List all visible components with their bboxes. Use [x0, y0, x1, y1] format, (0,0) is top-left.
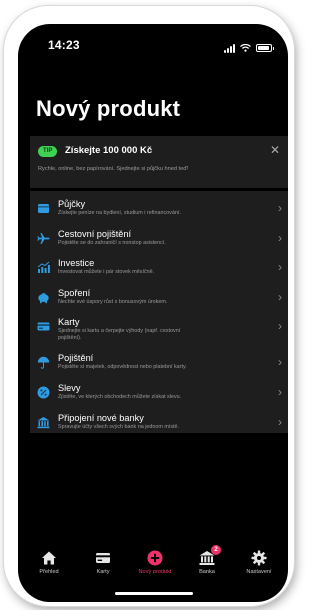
product-item-sporeni[interactable]: Spoření Nechte své úspory růst s bonusov…	[30, 284, 288, 314]
chart-icon	[37, 261, 50, 274]
airplane-icon	[37, 232, 50, 245]
product-title: Karty	[58, 317, 80, 328]
promo-banner[interactable]: TIP Získejte 100 000 Kč Rychle, online, …	[30, 136, 288, 188]
notification-badge: 2	[211, 545, 221, 555]
chevron-right-icon: ›	[278, 289, 282, 304]
product-list: Půjčky Získejte peníze na bydlení, studi…	[30, 191, 288, 433]
loan-icon	[37, 202, 50, 215]
home-indicator	[115, 592, 193, 595]
tab-bar: Přehled Karty Nový produkt 2 Banka Nasta…	[18, 545, 288, 586]
discount-icon	[37, 386, 50, 399]
close-icon[interactable]: ✕	[270, 144, 280, 156]
umbrella-icon	[37, 356, 50, 370]
product-item-pripojeni-nove-banky[interactable]: Připojení nové banky Spravujte účty všec…	[30, 409, 288, 439]
chevron-right-icon: ›	[278, 384, 282, 399]
tab-label: Banka	[199, 569, 215, 575]
product-item-karty[interactable]: Karty Sjednejte si kartu a čerpejte výho…	[30, 313, 288, 349]
promo-title: Získejte 100 000 Kč	[65, 145, 153, 156]
product-title: Pojištění	[58, 353, 94, 364]
chevron-right-icon: ›	[278, 319, 282, 334]
product-item-cestovni-pojisteni[interactable]: Cestovní pojištění Pojistěte se do zahra…	[30, 225, 288, 255]
product-desc: Pojistěte si majetek, odpovědnost nebo p…	[58, 364, 187, 371]
product-desc: Nechte své úspory růst s bonusovým úroke…	[58, 298, 168, 305]
bank-icon	[37, 416, 50, 429]
promo-subtitle: Rychle, online, bez papírování. Sjednejt…	[38, 166, 189, 172]
tab-novy-produkt[interactable]: Nový produkt	[128, 550, 182, 575]
product-title: Slevy	[58, 382, 81, 393]
plus-circle-icon	[147, 550, 163, 566]
product-desc: Získejte peníze na bydlení, studium i re…	[58, 210, 181, 216]
tab-label: Nastavení	[246, 569, 272, 575]
product-desc: Investovat můžete i pár stovek měsíčně.	[58, 269, 155, 276]
app-screen: 14:23 Nový produkt TIP Získejte 100 000 …	[18, 24, 288, 602]
product-desc: Zjistěte, ve kterých obchodech můžete zí…	[58, 393, 182, 400]
chevron-right-icon: ›	[278, 201, 282, 215]
product-desc: Pojistěte se do zahraničí s nonstop asis…	[58, 239, 166, 246]
product-title: Půjčky	[58, 199, 86, 209]
product-title: Připojení nové banky	[58, 412, 144, 423]
card-icon	[37, 320, 50, 333]
phone-frame: 14:23 Nový produkt TIP Získejte 100 000 …	[4, 6, 294, 606]
status-icons	[224, 39, 274, 57]
product-item-slevy[interactable]: Slevy Zjistěte, ve kterých obchodech můž…	[30, 379, 288, 409]
product-desc: Spravujte účty všech svých bank na jedno…	[58, 423, 180, 430]
status-time: 14:23	[48, 38, 80, 52]
product-desc: Sjednejte si kartu a čerpejte výhody (na…	[58, 328, 181, 335]
product-desc: pojištění).	[58, 335, 82, 342]
chevron-right-icon: ›	[278, 260, 282, 275]
tab-nastaveni[interactable]: Nastavení	[232, 550, 286, 575]
tab-banka[interactable]: 2 Banka	[180, 545, 234, 575]
chevron-right-icon: ›	[278, 355, 282, 370]
product-item-pojisteni[interactable]: Pojištění Pojistěte si majetek, odpovědn…	[30, 349, 288, 379]
battery-icon	[256, 44, 274, 52]
bank-icon: 2	[199, 545, 221, 566]
product-title: Cestovní pojištění	[58, 228, 132, 239]
tab-prehled[interactable]: Přehled	[22, 550, 76, 575]
home-icon	[41, 550, 57, 566]
tab-label: Nový produkt	[138, 569, 172, 575]
piggy-bank-icon	[37, 291, 50, 304]
phone-notch	[90, 24, 216, 52]
product-item-pujcky[interactable]: Půjčky Získejte peníze na bydlení, studi…	[30, 195, 288, 225]
chevron-right-icon: ›	[278, 414, 282, 429]
chevron-right-icon: ›	[278, 230, 282, 245]
product-title: Investice	[58, 258, 95, 269]
signal-icon	[224, 43, 235, 53]
gear-icon	[251, 550, 267, 566]
tab-karty[interactable]: Karty	[76, 550, 130, 575]
page-title: Nový produkt	[36, 96, 181, 121]
tab-label: Karty	[96, 569, 110, 575]
product-title: Spoření	[58, 287, 91, 298]
tab-label: Přehled	[39, 569, 59, 575]
card-icon	[95, 550, 111, 566]
product-item-investice[interactable]: Investice Investovat můžete i pár stovek…	[30, 254, 288, 284]
wifi-icon	[240, 39, 251, 57]
tip-badge: TIP	[38, 146, 58, 157]
